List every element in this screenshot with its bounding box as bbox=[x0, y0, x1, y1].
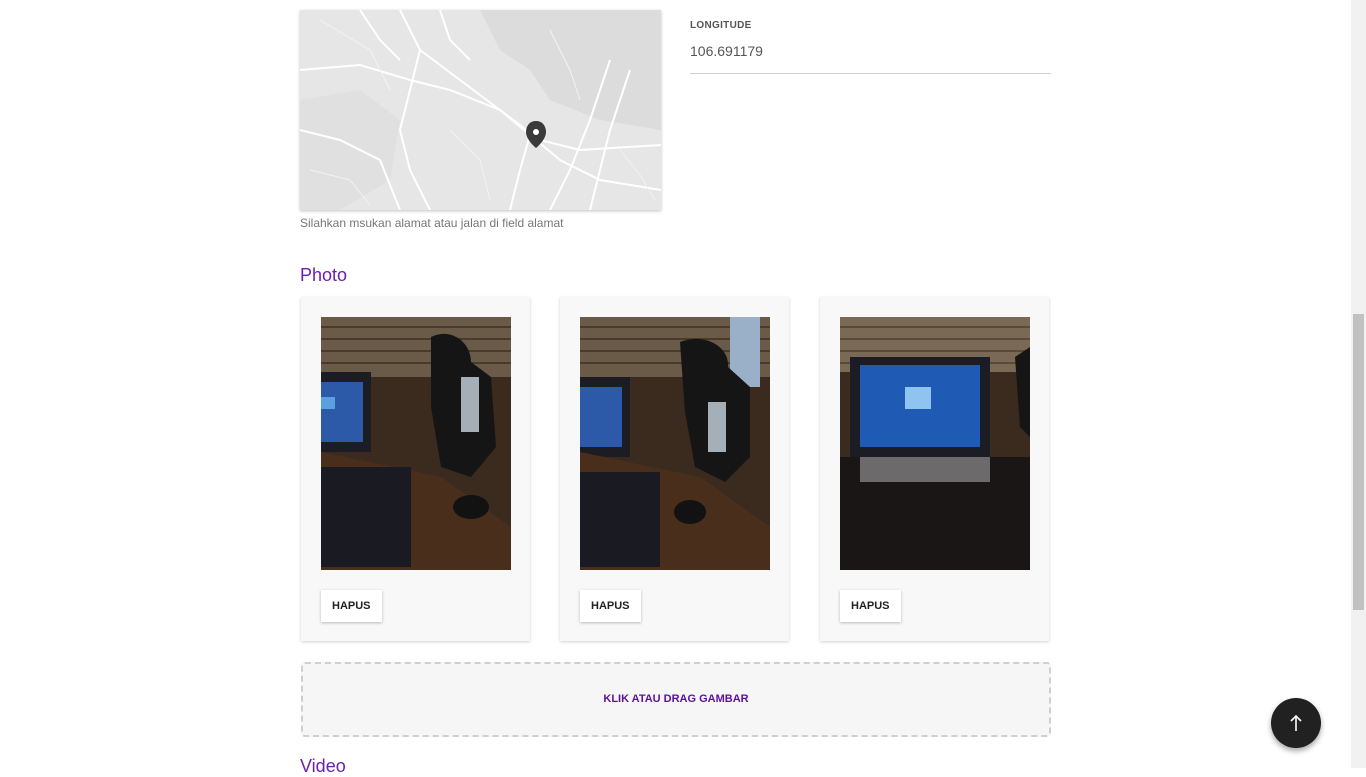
longitude-underline bbox=[690, 73, 1051, 74]
arrow-up-icon bbox=[1290, 714, 1302, 731]
photo-card: HAPUS bbox=[301, 297, 530, 641]
delete-photo-button[interactable]: HAPUS bbox=[840, 590, 901, 622]
photo-thumbnail bbox=[580, 317, 770, 570]
scrollbar-thumb[interactable] bbox=[1353, 314, 1364, 610]
delete-photo-button[interactable]: HAPUS bbox=[580, 590, 641, 622]
photo-thumbnail bbox=[321, 317, 511, 570]
map-hint: Silahkan msukan alamat atau jalan di fie… bbox=[300, 216, 564, 230]
back-to-top-button[interactable] bbox=[1271, 698, 1321, 748]
page-scrollbar[interactable] bbox=[1351, 0, 1366, 768]
video-section-title: Video bbox=[300, 756, 346, 776]
image-dropzone[interactable]: KLIK ATAU DRAG GAMBAR bbox=[301, 662, 1051, 737]
longitude-label: LONGITUDE bbox=[690, 20, 752, 31]
longitude-field[interactable]: 106.691179 bbox=[690, 43, 763, 59]
delete-photo-button[interactable]: HAPUS bbox=[321, 590, 382, 622]
photo-card: HAPUS bbox=[560, 297, 789, 641]
photo-thumbnail bbox=[840, 317, 1030, 570]
photo-section-title: Photo bbox=[300, 265, 348, 285]
photo-card: HAPUS bbox=[820, 297, 1049, 641]
location-map[interactable] bbox=[300, 10, 661, 210]
